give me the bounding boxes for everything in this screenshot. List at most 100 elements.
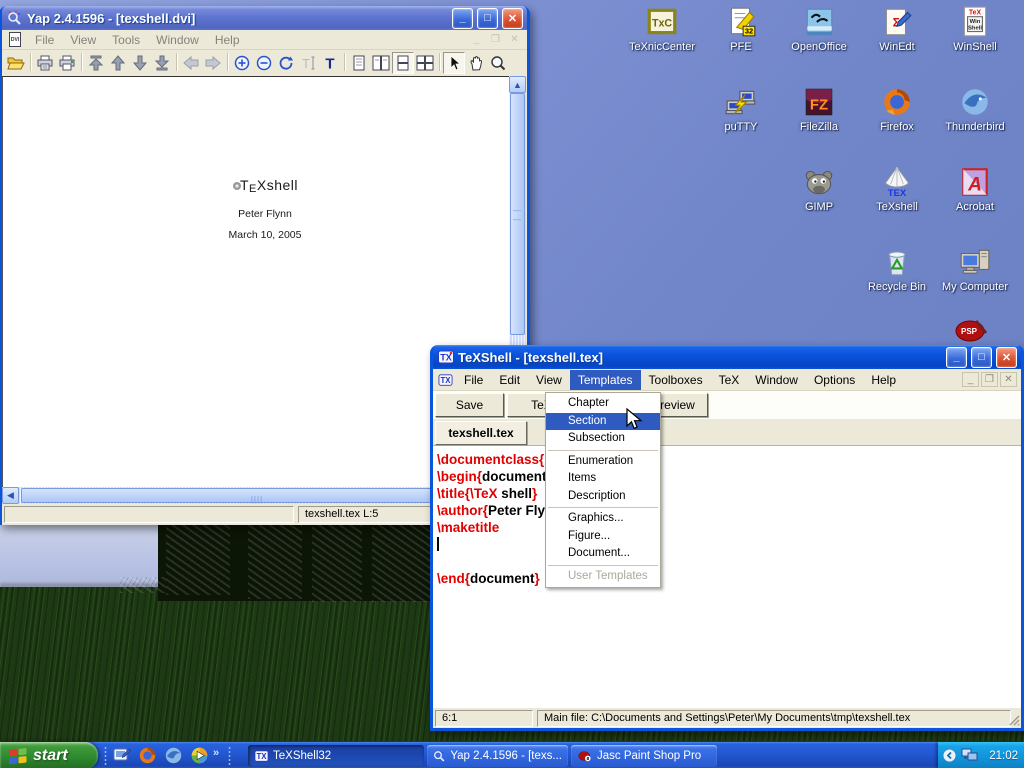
mdi-restore-button[interactable]: ❐ (487, 32, 504, 47)
last-page-icon[interactable] (151, 52, 173, 74)
single-page-view-icon[interactable] (348, 52, 370, 74)
texshell-menu-edit[interactable]: Edit (491, 370, 528, 390)
desktop-icon-thunderbird[interactable]: Thunderbird (936, 85, 1014, 133)
tray-collapse-chevron-icon[interactable] (942, 748, 957, 763)
taskbar-gripper[interactable] (228, 746, 231, 765)
zoom-out-icon[interactable] (253, 52, 275, 74)
texshell-menu-tex[interactable]: TeX (711, 370, 748, 390)
texshell-minimize-button[interactable]: _ (946, 347, 967, 368)
mdi-close-button[interactable]: ✕ (506, 32, 523, 47)
desktop-icon-gimp[interactable]: GIMP (780, 165, 858, 213)
desktop-icon-winshell[interactable]: TeXWinShell WinShell (936, 5, 1014, 53)
texshell-menu-toolboxes[interactable]: Toolboxes (641, 370, 711, 390)
network-status-icon[interactable] (961, 748, 978, 763)
firefox-quicklaunch-icon[interactable] (138, 746, 157, 765)
horizontal-scrollbar-thumb[interactable]: |||| (21, 488, 493, 503)
desktop-icon-pfe[interactable]: 32 PFE (702, 5, 780, 53)
menu-item-enumeration[interactable]: Enumeration (546, 453, 660, 471)
thunderbird-quicklaunch-icon[interactable] (164, 746, 183, 765)
resize-grip[interactable] (1009, 715, 1020, 726)
start-button[interactable]: start (0, 742, 98, 768)
svg-text:T: T (325, 56, 334, 72)
magnifier-tool-icon[interactable] (487, 52, 509, 74)
texshell-menu-help[interactable]: Help (863, 370, 904, 390)
yap-menu-file[interactable]: File (27, 30, 62, 50)
texshell-menu-templates[interactable]: Templates (570, 370, 641, 390)
first-page-icon[interactable] (85, 52, 107, 74)
desktop-icon-texniccenter[interactable]: TxC TeXnicCenter (623, 5, 701, 53)
previous-page-icon[interactable] (107, 52, 129, 74)
acrobat-icon: A (958, 165, 992, 199)
print-icon[interactable] (34, 52, 56, 74)
desktop-icon-my-computer[interactable]: My Computer (936, 245, 1014, 293)
yap-maximize-button[interactable]: □ (477, 8, 498, 29)
texshell-menu-file[interactable]: File (456, 370, 491, 390)
facing-page-view-icon[interactable] (370, 52, 392, 74)
yap-menu-tools[interactable]: Tools (104, 30, 148, 50)
mdi-close-button[interactable]: ✕ (1000, 372, 1017, 387)
desktop-icon-recycle-bin[interactable]: Recycle Bin (858, 245, 936, 293)
vertical-scrollbar-thumb[interactable]: ―― (510, 93, 525, 335)
taskbar-button-yap[interactable]: Yap 2.4.1596 - [texs... (427, 745, 568, 767)
menu-item-subsection[interactable]: Subsection (546, 430, 660, 448)
yap-menu-view[interactable]: View (62, 30, 104, 50)
texshell-menu-window[interactable]: Window (747, 370, 806, 390)
ruler-tool-icon[interactable]: T (297, 52, 319, 74)
texshell-close-button[interactable]: ✕ (996, 347, 1017, 368)
show-desktop-icon[interactable] (112, 746, 131, 765)
continuous-facing-view-icon[interactable] (414, 52, 436, 74)
desktop-icon-openoffice[interactable]: OpenOffice (780, 5, 858, 53)
more-chevron-icon[interactable]: » (213, 747, 219, 759)
menu-item-document[interactable]: Document... (546, 545, 660, 563)
yap-menu-help[interactable]: Help (207, 30, 248, 50)
select-tool-icon[interactable] (443, 52, 465, 74)
thunderbird-icon (958, 85, 992, 119)
texshell-maximize-button[interactable]: □ (971, 347, 992, 368)
texshell-menu-view[interactable]: View (528, 370, 570, 390)
mdi-minimize-button[interactable]: _ (962, 372, 979, 387)
desktop-icon-texshell[interactable]: TEX TeXshell (858, 165, 936, 213)
desktop-icon-psp[interactable]: PSP (952, 317, 996, 345)
desktop-icon-winedt[interactable]: Σ WinEdt (858, 5, 936, 53)
code-editor[interactable]: \documentclass{ \begin{document \title{\… (433, 446, 1021, 708)
svg-text:A: A (967, 175, 982, 196)
menu-item-graphics[interactable]: Graphics... (546, 510, 660, 528)
desktop-icon-firefox[interactable]: Firefox (858, 85, 936, 133)
texshell-menu-options[interactable]: Options (806, 370, 863, 390)
zoom-in-icon[interactable] (231, 52, 253, 74)
taskbar-button-texshell[interactable]: TX TeXShell32 (248, 745, 424, 767)
texshell-titlebar[interactable]: TX TeXShell - [texshell.tex] _ □ ✕ (433, 345, 1021, 369)
yap-menu-window[interactable]: Window (148, 30, 207, 50)
menu-item-items[interactable]: Items (546, 470, 660, 488)
yap-close-button[interactable]: ✕ (502, 8, 523, 29)
forward-icon[interactable] (202, 52, 224, 74)
taskbar-clock[interactable]: 21:02 (989, 750, 1018, 762)
desktop-icon-putty[interactable]: puTTY (702, 85, 780, 133)
continuous-view-icon[interactable] (392, 52, 414, 74)
next-page-icon[interactable] (129, 52, 151, 74)
refresh-icon[interactable] (275, 52, 297, 74)
desktop-icon-label: Thunderbird (936, 121, 1014, 133)
yap-minimize-button[interactable]: _ (452, 8, 473, 29)
hand-tool-icon[interactable] (465, 52, 487, 74)
open-file-icon[interactable] (5, 52, 27, 74)
taskbar-button-paintshoppro[interactable]: 8 Jasc Paint Shop Pro (571, 745, 717, 767)
desktop-icon-acrobat[interactable]: A Acrobat (936, 165, 1014, 213)
scroll-left-button[interactable]: ◀ (2, 487, 19, 504)
save-button[interactable]: Save (435, 393, 504, 417)
taskbar-gripper[interactable] (104, 746, 107, 765)
yap-titlebar[interactable]: Yap 2.4.1596 - [texshell.dvi] _ □ ✕ (2, 6, 527, 30)
taskbar-button-label: Yap 2.4.1596 - [texs... (450, 750, 562, 762)
text-tool-icon[interactable]: T (319, 52, 341, 74)
print-setup-icon[interactable] (56, 52, 78, 74)
back-icon[interactable] (180, 52, 202, 74)
yap-status-message (4, 506, 294, 523)
menu-item-description[interactable]: Description (546, 488, 660, 506)
desktop-icon-filezilla[interactable]: FZ FileZilla (780, 85, 858, 133)
media-player-icon[interactable] (190, 746, 209, 765)
tab-texshell-tex[interactable]: texshell.tex (435, 421, 527, 445)
scroll-up-button[interactable]: ▲ (509, 76, 526, 93)
menu-item-figure[interactable]: Figure... (546, 528, 660, 546)
mdi-restore-button[interactable]: ❐ (981, 372, 998, 387)
mdi-minimize-button[interactable]: _ (468, 32, 485, 47)
